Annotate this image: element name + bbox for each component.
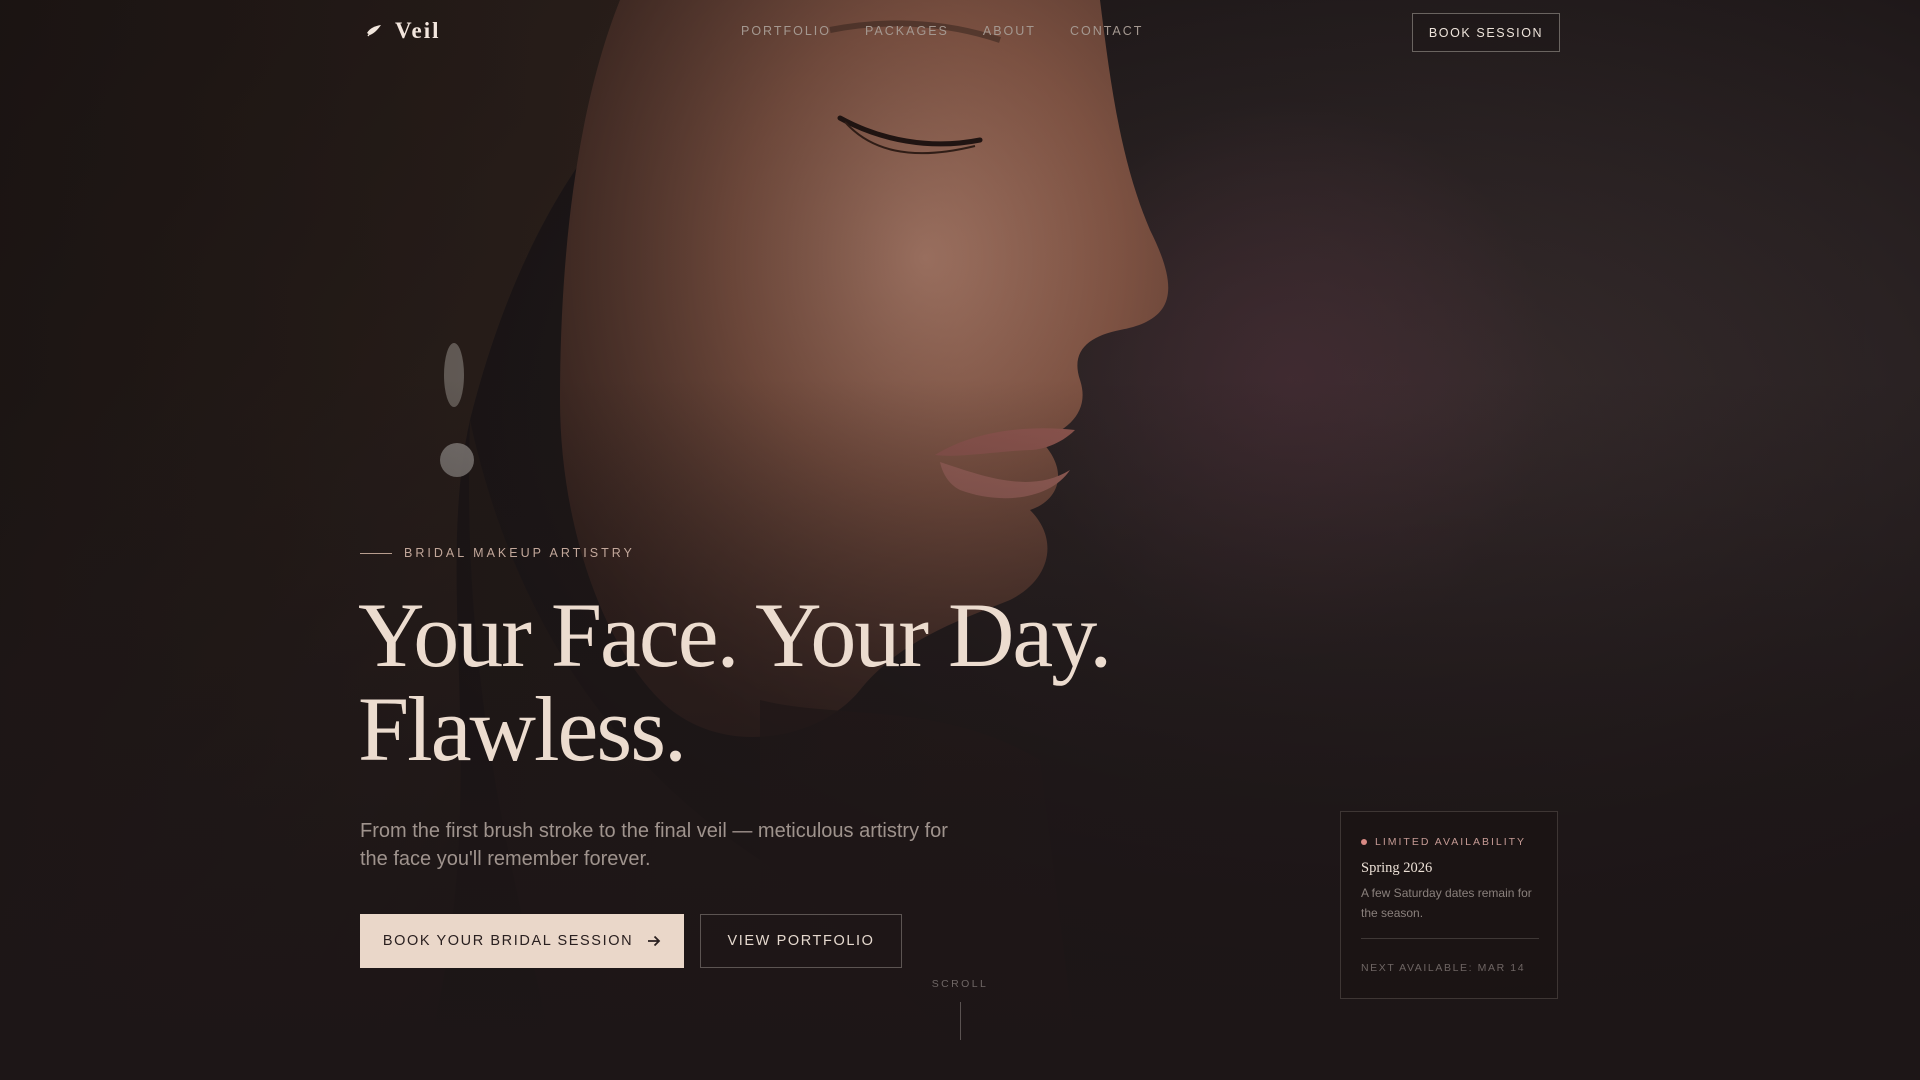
nav-links: PORTFOLIO PACKAGES ABOUT CONTACT [741,24,1143,38]
hero-background-image [0,0,1920,1080]
availability-body: A few Saturday dates remain for the seas… [1361,886,1532,920]
nav-link-packages[interactable]: PACKAGES [865,24,949,38]
card-divider [1361,938,1539,939]
eyebrow-label: BRIDAL MAKEUP ARTISTRY [404,546,635,560]
availability-badge: LIMITED AVAILABILITY [1361,836,1526,848]
availability-title: Spring 2026 [1361,860,1433,876]
scroll-indicator[interactable]: SCROLL [920,978,1000,1040]
book-session-button[interactable]: BOOK SESSION [1412,13,1560,52]
brand-logo[interactable]: Veil [365,18,441,44]
nav-link-contact[interactable]: CONTACT [1070,24,1144,38]
next-available: NEXT AVAILABLE: MAR 14 [1361,962,1526,974]
availability-badge-label: LIMITED AVAILABILITY [1375,836,1527,848]
status-dot [1361,839,1367,845]
brush-leaf-icon [367,25,381,37]
hero-subtitle: From the first brush stroke to the final… [360,820,948,870]
view-portfolio-button[interactable]: VIEW PORTFOLIO [700,914,902,968]
availability-card: LIMITED AVAILABILITY Spring 2026 A few S… [1340,811,1558,999]
nav-link-portfolio[interactable]: PORTFOLIO [741,24,831,38]
nav-link-about[interactable]: ABOUT [983,24,1036,38]
book-bridal-session-button[interactable]: BOOK YOUR BRIDAL SESSION [360,914,684,968]
scroll-label: SCROLL [931,978,989,990]
brand-name: Veil [395,18,441,43]
arrow-right-icon [648,935,661,947]
eyebrow-divider [360,552,392,554]
book-bridal-session-label: BOOK YOUR BRIDAL SESSION [382,933,634,949]
scroll-line [959,1002,961,1040]
top-nav: Veil PORTFOLIO PACKAGES ABOUT CONTACT BO… [0,0,1920,64]
hero-eyebrow: BRIDAL MAKEUP ARTISTRY [360,546,635,560]
hero-headline: Your Face. Your Day. Flawless. [358,584,1112,780]
